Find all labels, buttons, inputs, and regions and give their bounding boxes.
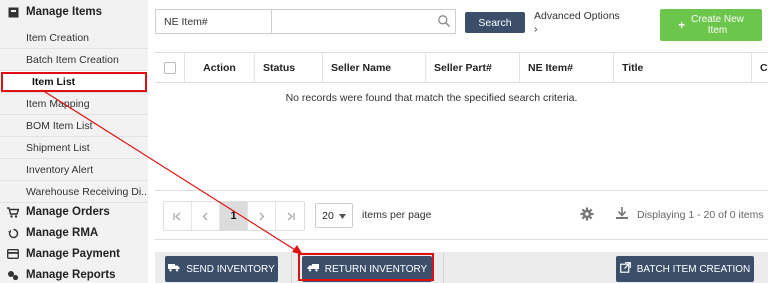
divider [291,252,292,283]
search-input[interactable] [271,9,456,34]
credit-card-icon [0,249,26,259]
recycle-icon [0,228,26,239]
sidebar-item-item-mapping[interactable]: Item Mapping [0,93,148,115]
column-header-seller-part[interactable]: Seller Part# [426,52,520,83]
batch-item-creation-label: BATCH ITEM CREATION [636,263,751,275]
chevron-right-icon: › [534,23,538,35]
caret-down-icon [338,210,346,222]
item-list-highlight [1,72,147,92]
truck-icon [168,263,180,275]
current-page-button[interactable]: 1 [220,202,248,230]
sidebar-section-label: Manage Items [26,6,103,18]
sidebar-item-bom-item-list[interactable]: BOM Item List [0,115,148,137]
next-page-icon[interactable] [248,202,276,230]
plus-icon: + [678,17,686,32]
search-button[interactable]: Search [465,12,525,33]
column-header-action[interactable]: Action [185,52,255,83]
return-inventory-highlight [298,253,434,281]
cart-icon [0,206,26,218]
batch-item-creation-button[interactable]: BATCH ITEM CREATION [616,256,754,282]
column-header-title[interactable]: Title [614,52,752,83]
create-new-item-button[interactable]: + Create New Item [660,9,762,41]
gear-icon[interactable] [580,207,594,221]
external-link-icon [619,262,631,276]
select-all-checkbox[interactable] [163,61,176,74]
reports-icon [0,270,26,281]
column-header-status[interactable]: Status [255,52,323,83]
column-header-ne-item[interactable]: NE Item# [520,52,614,83]
first-page-icon[interactable] [164,202,192,230]
sidebar-item-item-creation[interactable]: Item Creation [0,27,148,49]
send-inventory-button[interactable]: SEND INVENTORY [165,256,278,282]
advanced-options-link[interactable]: Advanced Options › [534,10,620,36]
sidebar-item-inventory-alert[interactable]: Inventory Alert [0,159,148,181]
table-header: Action Status Seller Name Seller Part# N… [155,52,768,83]
item-table: Action Status Seller Name Seller Part# N… [155,52,768,113]
sidebar-section-label: Manage Reports [26,269,116,281]
create-new-item-label: Create New Item [691,14,744,36]
empty-table-message: No records were found that match the spe… [285,92,578,104]
footer-action-bar: SEND INVENTORY RETURN INVENTORY BATCH IT… [155,252,768,283]
pagination-info: Displaying 1 - 20 of 0 items [637,209,764,221]
select-all-cell [155,52,185,83]
create-button-line1: Create New [691,14,744,25]
sidebar-section-manage-reports[interactable]: Manage Reports [0,264,148,283]
sidebar: Manage Items Item Creation Batch Item Cr… [0,0,148,283]
send-inventory-label: SEND INVENTORY [186,263,275,275]
sidebar-section-manage-rma[interactable]: Manage RMA [0,222,148,244]
search-field-select[interactable]: NE Item# [155,9,271,34]
sidebar-section-label: Manage RMA [26,227,99,239]
sidebar-item-shipment-list[interactable]: Shipment List [0,137,148,159]
app-root: Manage Items Item Creation Batch Item Cr… [0,0,768,283]
page-size-select[interactable]: 20 [315,203,353,228]
page-size-value: 20 [322,209,334,222]
sidebar-section-manage-items[interactable]: Manage Items [0,1,148,23]
download-icon[interactable] [615,206,629,220]
create-button-line2: Item [707,25,728,36]
sidebar-item-batch-item-creation[interactable]: Batch Item Creation [0,49,148,71]
sidebar-section-manage-payment[interactable]: Manage Payment [0,243,148,265]
sidebar-section-manage-orders[interactable]: Manage Orders [0,201,148,223]
items-per-page-label: items per page [362,209,432,221]
pagination-bar: 1 20 items per page Displaying 1 - 20 of… [155,190,768,240]
search-icon[interactable] [437,14,451,28]
box-icon [0,7,26,18]
column-header-seller-name[interactable]: Seller Name [323,52,426,83]
last-page-icon[interactable] [276,202,304,230]
previous-page-icon[interactable] [192,202,220,230]
sidebar-section-label: Manage Payment [26,248,120,260]
sidebar-section-label: Manage Orders [26,206,110,218]
column-header-c[interactable]: C [752,53,768,83]
sidebar-item-warehouse-receiving[interactable]: Warehouse Receiving Di... [0,181,148,203]
advanced-options-label: Advanced Options [534,10,620,22]
divider [443,252,444,283]
pagination-controls: 1 [163,201,305,231]
